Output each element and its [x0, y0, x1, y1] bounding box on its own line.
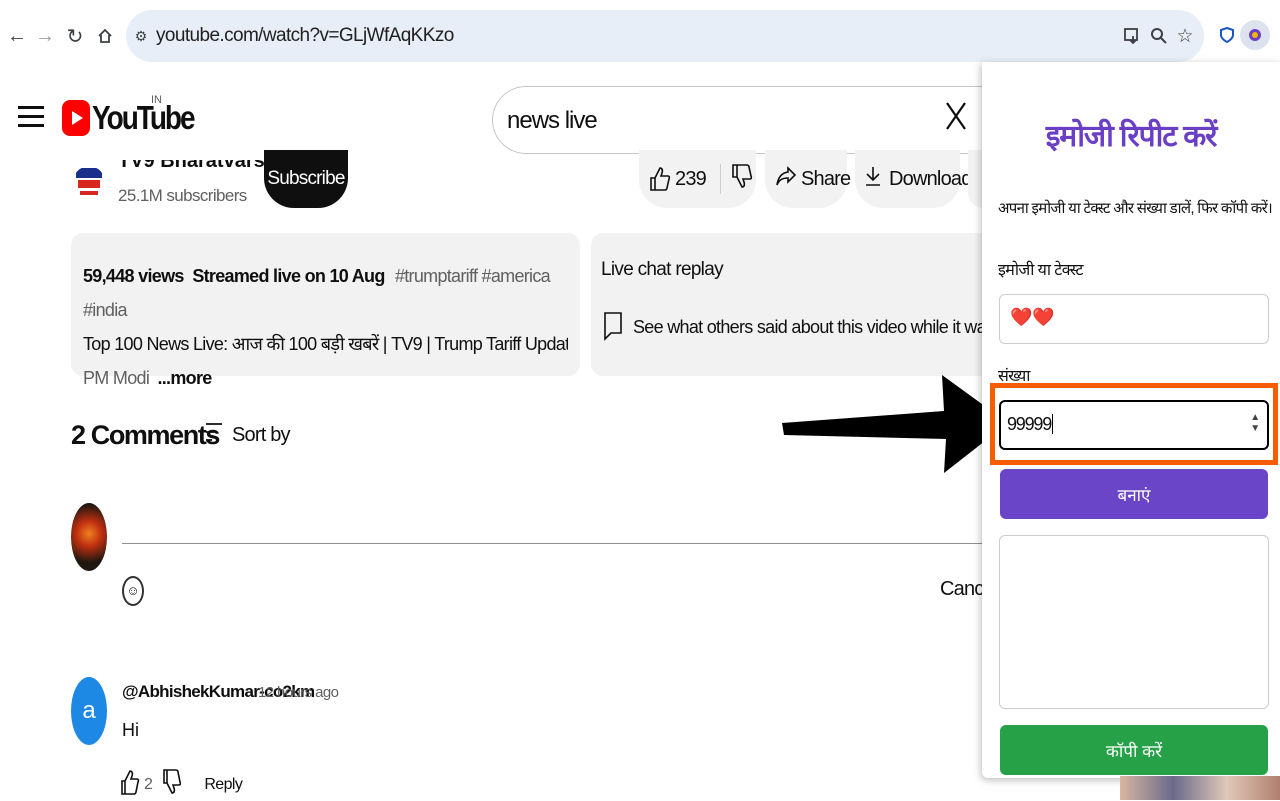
comment-like-icon[interactable]: [120, 768, 140, 801]
subscriber-count: 25.1M subscribers: [118, 186, 247, 205]
channel-name[interactable]: TV9 Bharatvarsh: [118, 160, 277, 170]
country-code: IN: [151, 94, 162, 106]
youtube-logo-text: YouTube: [92, 98, 196, 136]
description-line-end: PM Modi ...more: [83, 361, 568, 395]
highlight-box-annotation: [990, 383, 1278, 465]
comment-dislike-icon[interactable]: [162, 768, 182, 801]
bookmark-star-icon[interactable]: ☆: [1172, 22, 1198, 50]
description-meta: 59,448 views Streamed live on 10 Aug #tr…: [83, 259, 568, 327]
popup-title: इमोजी रिपीट करें: [1045, 120, 1218, 153]
share-label: Share: [801, 167, 851, 190]
shield-extension-icon[interactable]: [1212, 20, 1242, 50]
install-app-icon[interactable]: [1119, 22, 1145, 50]
sort-by-button[interactable]: Sort by: [204, 420, 291, 450]
search-input-value[interactable]: news live: [507, 107, 598, 135]
sort-by-label: Sort by: [232, 423, 291, 446]
description-fragment: PM Modi: [83, 368, 150, 388]
share-button[interactable]: Share: [765, 150, 851, 208]
share-icon: [775, 165, 797, 193]
video-description[interactable]: 59,448 views Streamed live on 10 Aug #tr…: [71, 233, 580, 388]
add-comment-input[interactable]: [122, 543, 992, 544]
emoji-field-label: इमोजी या टेक्स्ट: [998, 262, 1083, 279]
download-icon: [863, 165, 883, 193]
copy-button[interactable]: कॉपी करें: [1000, 725, 1268, 775]
comment-actions: 2 Reply: [120, 768, 243, 801]
emoji-text-input[interactable]: ❤️❤️: [999, 294, 1269, 344]
emoji-extension-icon[interactable]: [1240, 20, 1270, 50]
thumbs-up-icon: [650, 167, 671, 191]
recommended-thumbnail[interactable]: [1120, 776, 1280, 800]
back-icon[interactable]: ←: [4, 22, 30, 50]
thumbs-down-icon: [732, 164, 753, 188]
stream-date: Streamed live on 10 Aug: [192, 266, 385, 286]
comment-time[interactable]: 12 hours ago: [258, 684, 339, 701]
output-textarea[interactable]: [999, 535, 1269, 709]
commenter-avatar[interactable]: a: [71, 677, 107, 745]
menu-icon[interactable]: [18, 106, 44, 130]
comment-text: Hi: [122, 720, 139, 740]
dislike-button[interactable]: [731, 163, 753, 195]
generate-button[interactable]: बनाएं: [1000, 469, 1268, 519]
view-count: 59,448 views: [83, 266, 184, 286]
emoji-picker-icon[interactable]: ☺: [122, 576, 144, 606]
popup-description: अपना इमोजी या टेक्स्ट और संख्या डालें, फ…: [998, 200, 1273, 217]
youtube-logo[interactable]: YouTube: [62, 98, 196, 136]
user-avatar: [71, 503, 107, 571]
download-label: Download: [889, 167, 972, 190]
like-count: 239: [675, 167, 707, 190]
chat-icon: [603, 311, 623, 346]
comments-count: 2 Comments: [71, 420, 220, 450]
live-chat-text: See what others said about this video wh…: [633, 317, 1028, 337]
url-text[interactable]: youtube.com/watch?v=GLjWfAqKKzo: [156, 25, 454, 47]
subscribe-button[interactable]: Subscribe: [264, 150, 348, 208]
home-icon[interactable]: [92, 22, 118, 50]
more-link[interactable]: ...more: [157, 368, 212, 388]
forward-icon[interactable]: →: [32, 22, 58, 50]
clear-search-icon[interactable]: [945, 101, 967, 140]
sort-icon: [204, 420, 224, 450]
description-line: Top 100 News Live: आज की 100 बड़ी खबरें …: [83, 334, 568, 354]
like-dislike-group: 239: [639, 150, 756, 208]
download-button[interactable]: Download: [855, 150, 972, 208]
live-chat-replay-panel[interactable]: Live chat replay See what others said ab…: [591, 233, 1028, 376]
address-bar[interactable]: ⚙ youtube.com/watch?v=GLjWfAqKKzo ☆: [126, 10, 1204, 62]
zoom-icon[interactable]: [1146, 22, 1172, 50]
channel-avatar[interactable]: [72, 166, 106, 204]
site-info-icon[interactable]: ⚙: [128, 22, 154, 50]
arrow-annotation: [782, 375, 1008, 473]
like-button[interactable]: 239: [649, 166, 707, 192]
youtube-play-icon: [62, 100, 90, 136]
divider: [719, 164, 721, 194]
live-chat-title: Live chat replay: [601, 259, 724, 280]
comment-like-count: 2: [144, 775, 153, 793]
search-input[interactable]: news live: [492, 86, 992, 154]
reload-icon[interactable]: ↻: [62, 22, 88, 50]
reply-button[interactable]: Reply: [204, 776, 243, 794]
emoji-input-value[interactable]: ❤️❤️: [1010, 307, 1055, 327]
